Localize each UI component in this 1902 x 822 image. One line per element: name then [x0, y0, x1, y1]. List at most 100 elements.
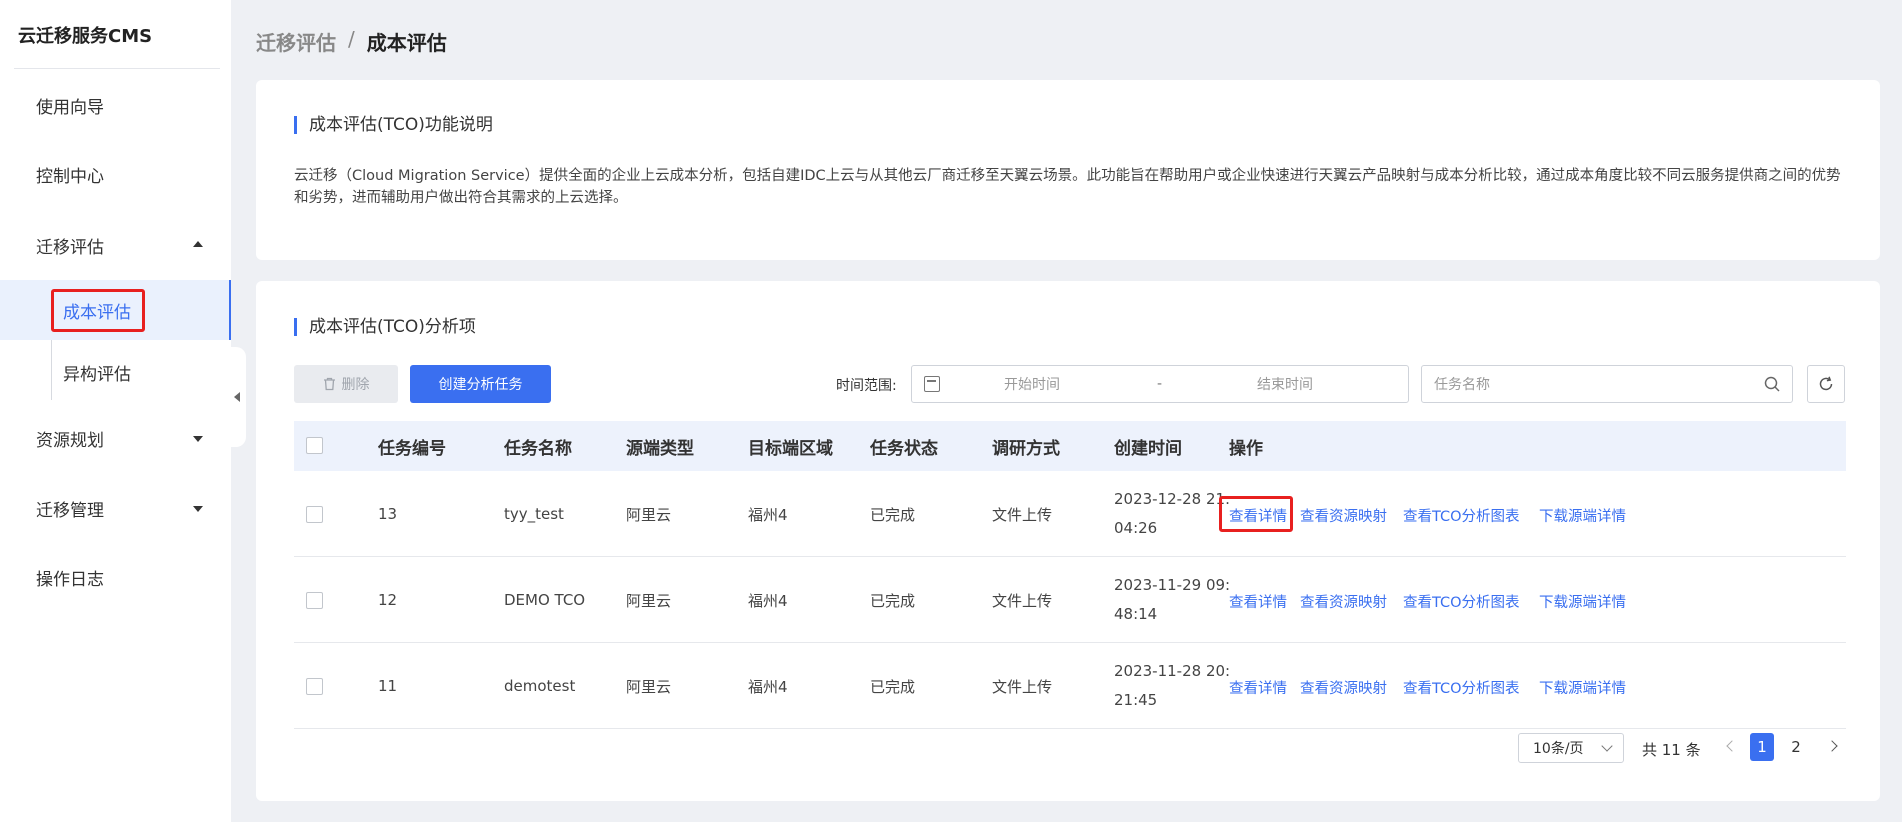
sidebar-subitem-heterogeneous-assessment[interactable]: 异构评估	[0, 342, 231, 402]
view-details-link[interactable]: 查看详情	[1229, 505, 1287, 526]
sidebar-item-label: 迁移评估	[36, 237, 104, 258]
download-source-details-link[interactable]: 下载源端详情	[1539, 591, 1626, 612]
date-range-dash: -	[1157, 376, 1163, 392]
cell-target-region: 福州4	[748, 505, 788, 524]
delete-button[interactable]: 删除	[294, 365, 398, 403]
analysis-title: 成本评估(TCO)分析项	[294, 318, 476, 336]
sidebar: 云迁移服务CMS 使用向导 控制中心 迁移评估 成本评估 异构评估 资源规划 迁…	[0, 0, 231, 822]
cell-created-time-wrap: 2023-11-29 09:48:14	[1114, 557, 1234, 643]
cell-created-time: 2023-12-28 21:04:26	[1114, 490, 1231, 537]
description-text: 云迁移（Cloud Migration Service）提供全面的企业上云成本分…	[294, 168, 1841, 206]
brand-divider	[14, 68, 220, 69]
cell-created-time: 2023-11-29 09:48:14	[1114, 576, 1231, 623]
page-number-1[interactable]: 1	[1750, 733, 1774, 761]
cell-source-type: 阿里云	[626, 591, 672, 610]
header-task-name: 任务名称	[504, 438, 572, 459]
cell-survey-method: 文件上传	[992, 505, 1053, 524]
sidebar-item-label: 迁移管理	[36, 500, 104, 521]
cell-target-region: 福州4	[748, 591, 788, 610]
sidebar-item-label: 操作日志	[36, 569, 104, 590]
next-page-icon[interactable]	[1826, 740, 1838, 752]
select-all-checkbox[interactable]	[306, 437, 323, 454]
time-range-label: 时间范围:	[836, 378, 897, 394]
view-resource-mapping-link[interactable]: 查看资源映射	[1300, 677, 1387, 698]
cell-task-status: 已完成	[870, 591, 916, 610]
date-range-picker[interactable]: 开始时间 - 结束时间	[911, 365, 1409, 403]
cell-survey-method: 文件上传	[992, 677, 1053, 696]
cell-created-time-wrap: 2023-12-28 21:04:26	[1114, 471, 1234, 557]
sidebar-item-resource-planning[interactable]: 资源规划	[0, 410, 231, 466]
header-survey-method: 调研方式	[992, 438, 1060, 459]
breadcrumb-separator: /	[348, 27, 355, 51]
view-details-link[interactable]: 查看详情	[1229, 591, 1287, 612]
sidebar-subitem-label: 异构评估	[63, 364, 131, 385]
create-task-label: 创建分析任务	[438, 377, 523, 393]
header-task-id: 任务编号	[378, 438, 446, 459]
cell-source-type: 阿里云	[626, 505, 672, 524]
row-checkbox[interactable]	[306, 678, 323, 695]
cell-task-id: 12	[378, 591, 398, 609]
header-target-region: 目标端区域	[748, 438, 833, 459]
sidebar-item-migration-management[interactable]: 迁移管理	[0, 480, 231, 536]
page-number-2[interactable]: 2	[1784, 733, 1808, 761]
sidebar-item-operation-log[interactable]: 操作日志	[0, 549, 231, 605]
cell-task-id: 13	[378, 505, 398, 523]
sidebar-item-migration-assessment[interactable]: 迁移评估	[0, 217, 231, 273]
brand-title: 云迁移服务CMS	[18, 26, 153, 47]
refresh-button[interactable]	[1807, 365, 1845, 403]
description-title: 成本评估(TCO)功能说明	[294, 116, 493, 134]
delete-label: 删除	[341, 377, 370, 393]
search-icon[interactable]	[1764, 376, 1780, 392]
download-source-details-link[interactable]: 下载源端详情	[1539, 677, 1626, 698]
collapse-arrow-icon	[234, 392, 240, 402]
cell-source-type: 阿里云	[626, 677, 672, 696]
cell-created-time: 2023-11-28 20:21:45	[1114, 662, 1231, 709]
breadcrumb-parent[interactable]: 迁移评估	[256, 27, 336, 56]
trash-icon	[323, 377, 335, 391]
sidebar-item-guide[interactable]: 使用向导	[0, 77, 231, 133]
cell-task-name: demotest	[504, 677, 576, 695]
table-row: 13 tyy_test 阿里云 福州4 已完成 文件上传 2023-12-28 …	[294, 471, 1846, 557]
create-task-button[interactable]: 创建分析任务	[410, 365, 551, 403]
download-source-details-link[interactable]: 下载源端详情	[1539, 505, 1626, 526]
sidebar-item-label: 使用向导	[36, 97, 104, 118]
cell-target-region: 福州4	[748, 677, 788, 696]
view-resource-mapping-link[interactable]: 查看资源映射	[1300, 591, 1387, 612]
sidebar-item-control-center[interactable]: 控制中心	[0, 146, 231, 202]
view-resource-mapping-link[interactable]: 查看资源映射	[1300, 505, 1387, 526]
cell-task-status: 已完成	[870, 677, 916, 696]
calendar-icon	[924, 376, 940, 392]
page-size-value: 10条/页	[1533, 741, 1584, 757]
sidebar-collapse-button[interactable]	[228, 347, 246, 447]
breadcrumb: 迁移评估 / 成本评估	[256, 27, 447, 56]
sidebar-subitem-cost-assessment[interactable]: 成本评估	[0, 280, 231, 340]
description-card: 成本评估(TCO)功能说明 云迁移（Cloud Migration Servic…	[256, 80, 1880, 260]
refresh-icon	[1819, 376, 1833, 391]
table-row: 11 demotest 阿里云 福州4 已完成 文件上传 2023-11-28 …	[294, 643, 1846, 729]
view-tco-chart-link[interactable]: 查看TCO分析图表	[1403, 677, 1520, 698]
end-date-input[interactable]: 结束时间	[1257, 374, 1313, 394]
cell-task-id: 11	[378, 677, 398, 695]
cell-task-name: tyy_test	[504, 505, 564, 523]
page-size-select[interactable]: 10条/页	[1518, 733, 1624, 763]
cell-task-name: DEMO TCO	[504, 591, 586, 609]
caret-up-icon	[193, 241, 203, 247]
row-checkbox[interactable]	[306, 592, 323, 609]
task-name-search-input[interactable]: 任务名称	[1421, 365, 1793, 403]
view-tco-chart-link[interactable]: 查看TCO分析图表	[1403, 591, 1520, 612]
search-placeholder: 任务名称	[1434, 377, 1490, 393]
prev-page-icon[interactable]	[1726, 740, 1738, 752]
header-created-time: 创建时间	[1114, 438, 1182, 459]
view-tco-chart-link[interactable]: 查看TCO分析图表	[1403, 505, 1520, 526]
header-source-type: 源端类型	[626, 438, 694, 459]
row-checkbox[interactable]	[306, 506, 323, 523]
view-details-link[interactable]: 查看详情	[1229, 677, 1287, 698]
chevron-down-icon	[1601, 740, 1613, 752]
total-count: 共 11 条	[1642, 741, 1701, 759]
sidebar-item-label: 控制中心	[36, 166, 104, 187]
cell-created-time-wrap: 2023-11-28 20:21:45	[1114, 643, 1234, 729]
sidebar-item-label: 资源规划	[36, 430, 104, 451]
cell-task-status: 已完成	[870, 505, 916, 524]
table-row: 12 DEMO TCO 阿里云 福州4 已完成 文件上传 2023-11-29 …	[294, 557, 1846, 643]
start-date-input[interactable]: 开始时间	[1004, 374, 1060, 394]
